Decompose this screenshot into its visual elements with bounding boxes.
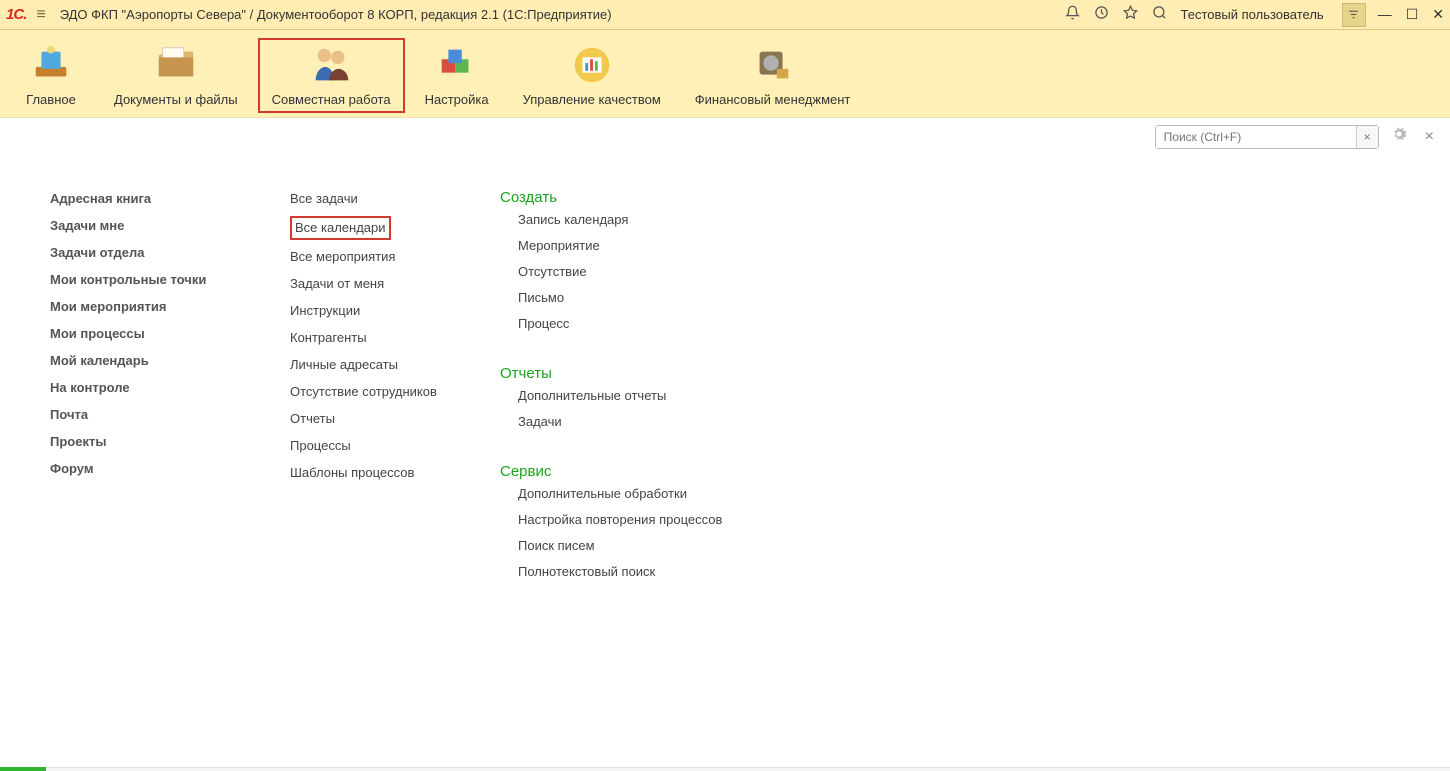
- app-logo: 1C: [6, 6, 26, 23]
- nav-column-3: Создать Запись календаря Мероприятие Отс…: [500, 189, 760, 606]
- search-input[interactable]: [1156, 126, 1356, 148]
- nav-link[interactable]: Личные адресаты: [290, 355, 460, 375]
- nav-link[interactable]: Шаблоны процессов: [290, 463, 460, 483]
- group-head-service: Сервис: [500, 463, 760, 480]
- search-icon[interactable]: [1152, 5, 1167, 24]
- collaboration-icon: [308, 42, 354, 88]
- section-label: Документы и файлы: [114, 92, 238, 107]
- nav-link[interactable]: Форум: [50, 459, 250, 479]
- create-link[interactable]: Процесс: [518, 314, 760, 334]
- section-bar: Главное Документы и файлы Совместная раб…: [0, 30, 1450, 118]
- group-head-reports: Отчеты: [500, 365, 760, 382]
- create-link[interactable]: Запись календаря: [518, 210, 760, 230]
- section-collaboration[interactable]: Совместная работа: [258, 38, 405, 113]
- search-box: ×: [1155, 125, 1379, 149]
- create-link[interactable]: Мероприятие: [518, 236, 760, 256]
- content-area: Адресная книга Задачи мне Задачи отдела …: [0, 149, 1450, 646]
- nav-link[interactable]: Мой календарь: [50, 351, 250, 371]
- nav-link[interactable]: Задачи мне: [50, 216, 250, 236]
- report-link[interactable]: Дополнительные отчеты: [518, 386, 760, 406]
- service-link[interactable]: Полнотекстовый поиск: [518, 562, 760, 582]
- finance-icon: [750, 42, 796, 88]
- section-label: Финансовый менеджмент: [695, 92, 851, 107]
- nav-link[interactable]: Почта: [50, 405, 250, 425]
- section-label: Настройка: [425, 92, 489, 107]
- menu-icon[interactable]: ≡: [36, 6, 45, 24]
- nav-link[interactable]: Отсутствие сотрудников: [290, 382, 460, 402]
- nav-link[interactable]: Инструкции: [290, 301, 460, 321]
- settings-icon: [434, 42, 480, 88]
- nav-link[interactable]: Процессы: [290, 436, 460, 456]
- star-icon[interactable]: [1123, 5, 1138, 24]
- nav-link[interactable]: Все мероприятия: [290, 247, 460, 267]
- nav-link[interactable]: Отчеты: [290, 409, 460, 429]
- maximize-button[interactable]: ☐: [1406, 6, 1419, 23]
- service-link[interactable]: Дополнительные обработки: [518, 484, 760, 504]
- section-label: Совместная работа: [272, 92, 391, 107]
- close-panel-button[interactable]: ×: [1419, 128, 1440, 146]
- nav-link[interactable]: Адресная книга: [50, 189, 250, 209]
- nav-link[interactable]: Все задачи: [290, 189, 460, 209]
- nav-link-all-calendars[interactable]: Все календари: [290, 216, 391, 240]
- filter-icon[interactable]: [1342, 3, 1366, 27]
- create-link[interactable]: Отсутствие: [518, 262, 760, 282]
- status-bar: [0, 767, 1450, 771]
- nav-link[interactable]: Контрагенты: [290, 328, 460, 348]
- history-icon[interactable]: [1094, 5, 1109, 24]
- group-head-create: Создать: [500, 189, 760, 206]
- bell-icon[interactable]: [1065, 5, 1080, 24]
- close-button[interactable]: ✕: [1432, 6, 1444, 23]
- quality-icon: [569, 42, 615, 88]
- user-name[interactable]: Тестовый пользователь: [1181, 7, 1324, 22]
- window-title: ЭДО ФКП "Аэропорты Севера" / Документооб…: [60, 7, 612, 22]
- nav-link[interactable]: Мои контрольные точки: [50, 270, 250, 290]
- gear-icon[interactable]: [1385, 124, 1413, 149]
- minimize-button[interactable]: —: [1378, 6, 1392, 23]
- nav-column-2: Все задачи Все календари Все мероприятия…: [290, 189, 460, 606]
- documents-icon: [153, 42, 199, 88]
- nav-link[interactable]: Задачи от меня: [290, 274, 460, 294]
- nav-link[interactable]: Мои процессы: [50, 324, 250, 344]
- section-label: Управление качеством: [523, 92, 661, 107]
- nav-column-1: Адресная книга Задачи мне Задачи отдела …: [50, 189, 250, 606]
- section-main[interactable]: Главное: [8, 38, 94, 113]
- nav-link[interactable]: Мои мероприятия: [50, 297, 250, 317]
- report-link[interactable]: Задачи: [518, 412, 760, 432]
- section-label: Главное: [22, 92, 80, 107]
- section-quality[interactable]: Управление качеством: [509, 38, 675, 113]
- section-documents[interactable]: Документы и файлы: [100, 38, 252, 113]
- nav-link[interactable]: На контроле: [50, 378, 250, 398]
- search-clear-button[interactable]: ×: [1356, 126, 1378, 148]
- service-link[interactable]: Поиск писем: [518, 536, 760, 556]
- section-finance[interactable]: Финансовый менеджмент: [681, 38, 865, 113]
- nav-link[interactable]: Задачи отдела: [50, 243, 250, 263]
- section-settings[interactable]: Настройка: [411, 38, 503, 113]
- nav-link[interactable]: Проекты: [50, 432, 250, 452]
- create-link[interactable]: Письмо: [518, 288, 760, 308]
- service-link[interactable]: Настройка повторения процессов: [518, 510, 760, 530]
- main-icon: [28, 42, 74, 88]
